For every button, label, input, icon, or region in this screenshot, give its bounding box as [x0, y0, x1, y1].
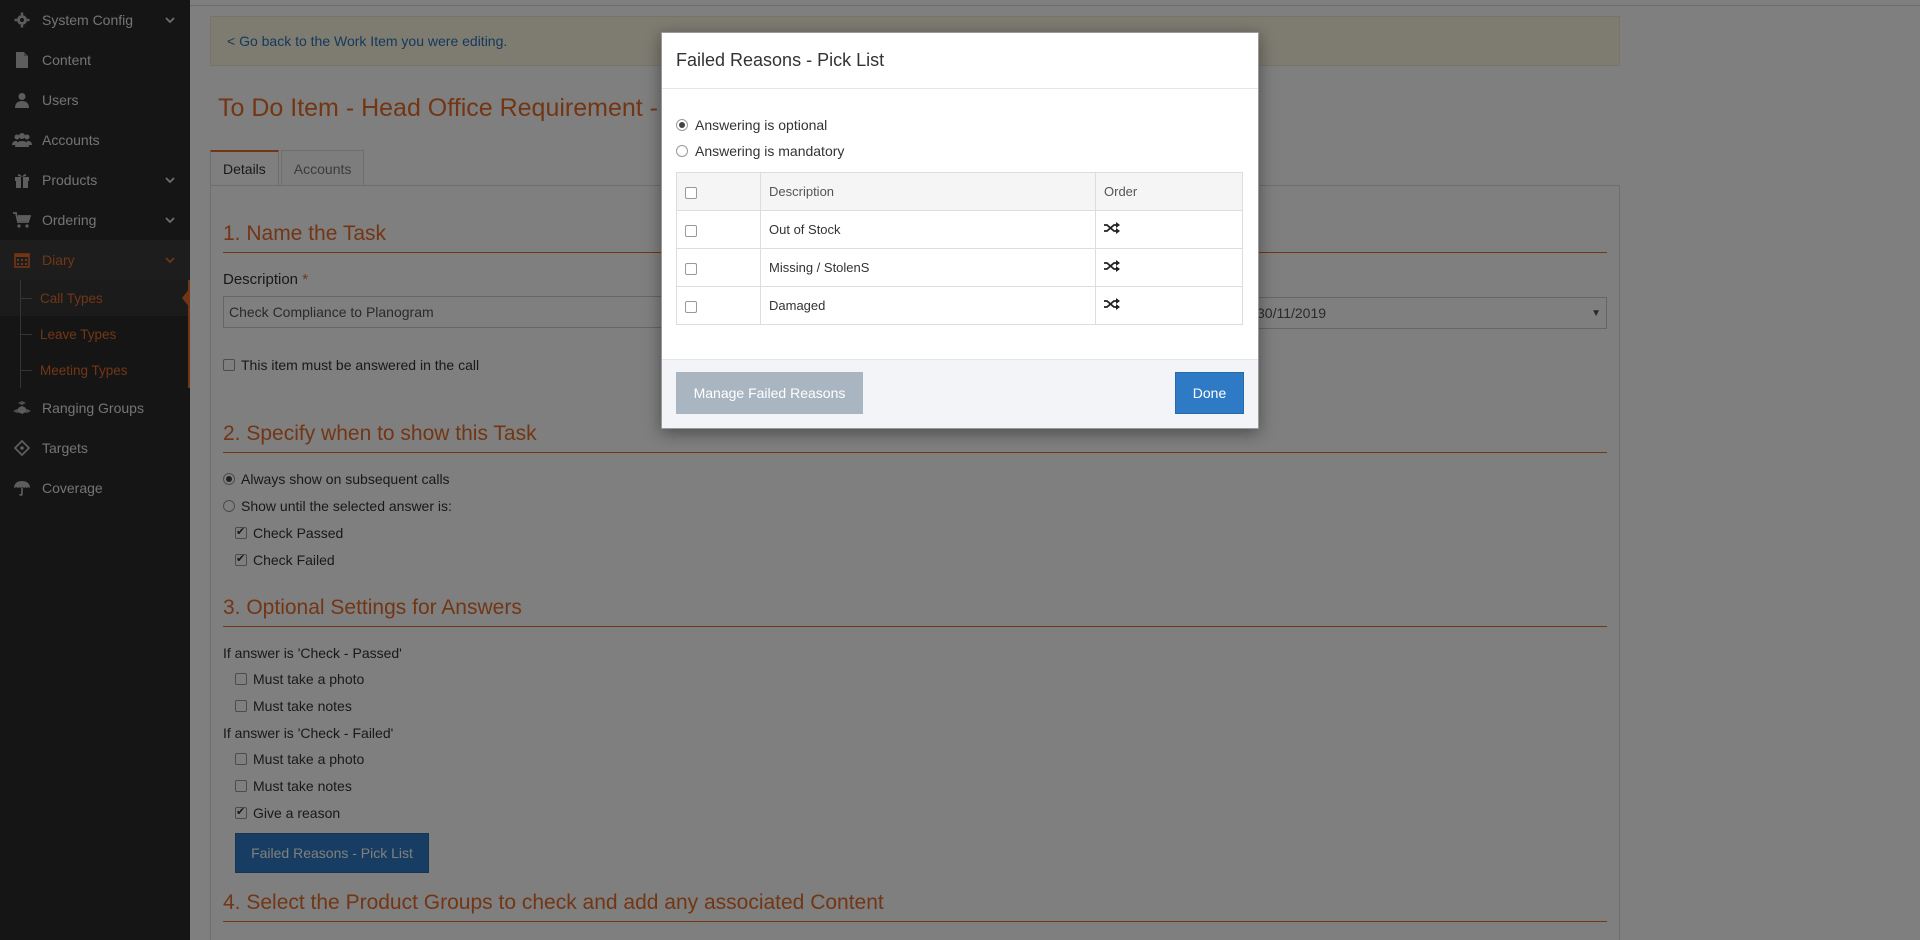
row-description: Out of Stock — [760, 210, 1096, 249]
modal-title: Failed Reasons - Pick List — [676, 50, 885, 70]
row-order-cell — [1095, 248, 1243, 287]
row-checkbox[interactable] — [685, 224, 697, 237]
column-header-description: Description — [760, 172, 1096, 211]
row-description: Damaged — [760, 286, 1096, 325]
modal-body: Answering is optional Answering is manda… — [662, 89, 1258, 361]
table-row: Missing / StolenS — [676, 248, 1243, 287]
answering-optional-radio[interactable] — [676, 119, 688, 131]
row-order-cell — [1095, 286, 1243, 325]
answering-optional-label: Answering is optional — [695, 117, 828, 133]
failed-reasons-table: Description Order Out of Stock Missing /… — [676, 172, 1243, 325]
row-description: Missing / StolenS — [760, 248, 1096, 287]
row-order-cell — [1095, 210, 1243, 249]
shuffle-icon[interactable] — [1104, 260, 1120, 275]
shuffle-icon[interactable] — [1104, 298, 1120, 313]
answering-mandatory-radio[interactable] — [676, 145, 688, 157]
answering-mandatory-label: Answering is mandatory — [695, 143, 845, 159]
failed-reasons-modal: Failed Reasons - Pick List Answering is … — [661, 32, 1259, 429]
answering-optional-row[interactable]: Answering is optional — [676, 117, 827, 133]
column-header-order: Order — [1095, 172, 1243, 211]
row-select-cell — [676, 248, 761, 287]
row-checkbox[interactable] — [685, 262, 697, 275]
table-row: Damaged — [676, 286, 1243, 325]
shuffle-icon[interactable] — [1104, 222, 1120, 237]
modal-header: Failed Reasons - Pick List — [662, 33, 1258, 89]
select-all-header — [676, 172, 761, 211]
modal-footer: Manage Failed Reasons Done — [662, 359, 1258, 428]
done-button[interactable]: Done — [1175, 372, 1244, 414]
select-all-checkbox[interactable] — [685, 186, 697, 199]
table-row: Out of Stock — [676, 210, 1243, 249]
table-header-row: Description Order — [676, 172, 1243, 211]
answering-mandatory-row[interactable]: Answering is mandatory — [676, 143, 844, 159]
row-select-cell — [676, 286, 761, 325]
row-checkbox[interactable] — [685, 300, 697, 313]
row-select-cell — [676, 210, 761, 249]
manage-failed-reasons-button[interactable]: Manage Failed Reasons — [676, 372, 863, 414]
